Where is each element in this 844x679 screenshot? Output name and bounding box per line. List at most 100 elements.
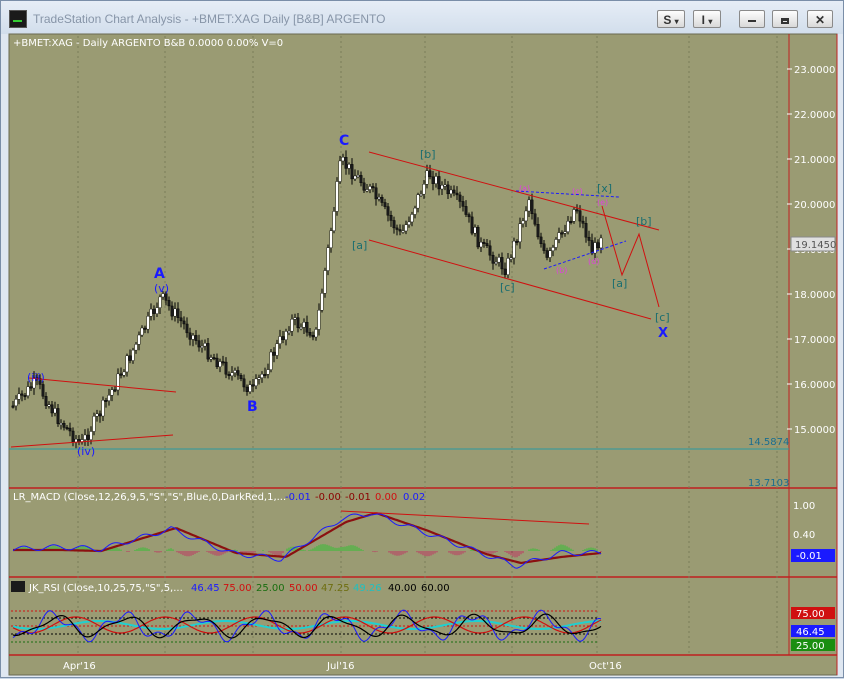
price-bar-body xyxy=(17,393,21,400)
price-bar-body xyxy=(89,431,93,440)
price-bar-body xyxy=(59,423,63,425)
rsi-panel: JK_RSI (Close,10,25,75,"S",5,... 46.45 7… xyxy=(11,581,835,652)
price-bar-body xyxy=(155,307,159,314)
price-bar-body xyxy=(395,227,399,230)
rsi-value-4: 50.00 xyxy=(289,583,318,594)
macd-divergence-line xyxy=(340,510,590,525)
price-bar-body xyxy=(449,189,453,195)
time-label-apr: Apr'16 xyxy=(63,661,96,672)
price-bar-body xyxy=(311,335,315,338)
price-bar-body xyxy=(407,221,411,225)
wave-label-sub-d: (d) xyxy=(588,257,599,266)
reference-high-value: 14.5874 xyxy=(748,437,789,448)
price-bar-body xyxy=(278,336,282,344)
price-bar-body xyxy=(368,186,372,190)
wave-label-x-small: [x] xyxy=(597,182,612,195)
price-bar-body xyxy=(68,427,72,432)
price-axis-label: 18.0000 xyxy=(794,290,835,301)
price-bar-body xyxy=(137,334,141,345)
price-bar-body xyxy=(515,240,519,243)
price-bar-body xyxy=(326,247,330,271)
price-bar-body xyxy=(203,343,207,347)
rsi-value-2: 75.00 xyxy=(223,583,252,594)
price-bar-body xyxy=(188,332,192,340)
price-bar-body xyxy=(470,216,474,234)
price-bar-body xyxy=(320,293,324,311)
wave-labels: A B C X (iii) (iv) (v) [a] [b] [c] [b] [… xyxy=(27,133,670,458)
price-bar-body xyxy=(455,192,459,196)
price-bar-body xyxy=(65,427,69,430)
price-bar-body xyxy=(131,349,135,361)
price-bar-body xyxy=(572,209,576,222)
rsi-lower-tag: 25.00 xyxy=(796,641,825,652)
price-bar-body xyxy=(587,236,591,241)
wave-label-sub-e: (e) xyxy=(597,198,608,207)
price-bar-body xyxy=(302,322,306,328)
price-bar-body xyxy=(113,389,117,392)
price-bar-body xyxy=(410,214,414,223)
rsi-value-1: 46.45 xyxy=(191,583,220,594)
price-bar-body xyxy=(374,187,378,200)
price-bar-body xyxy=(347,164,351,169)
price-bar-body xyxy=(377,197,381,200)
price-bar-body xyxy=(353,175,357,180)
price-bar-body xyxy=(548,250,552,258)
price-bar-body xyxy=(200,345,204,348)
rsi-value-tag: 46.45 xyxy=(796,627,825,638)
price-bar-body xyxy=(365,189,369,192)
rsi-value-7: 40.00 xyxy=(388,583,417,594)
price-bar-body xyxy=(584,223,588,238)
macd-value-2: -0.00 xyxy=(315,492,341,503)
channel-lower-line xyxy=(368,239,652,320)
price-bar-body xyxy=(236,370,240,376)
price-bar-body xyxy=(266,369,270,375)
price-bar-body xyxy=(299,327,303,330)
price-bar-body xyxy=(332,211,336,231)
price-bar-body xyxy=(104,400,108,402)
price-bar-body xyxy=(596,242,600,249)
price-bar-body xyxy=(95,413,99,417)
wave-label-c-cap: [c] xyxy=(500,281,515,294)
price-bar-body xyxy=(428,170,432,178)
price-bar-body xyxy=(98,413,102,417)
wave-label-sub-c: (c) xyxy=(572,187,583,196)
price-bar-body xyxy=(308,332,312,336)
price-bar-body xyxy=(215,357,219,368)
price-bar-body xyxy=(281,336,285,340)
price-bar-body xyxy=(50,404,54,414)
price-panel-header: +BMET:XAG - Daily ARGENTO B&B 0.0000 0.0… xyxy=(13,38,283,49)
price-bar-body xyxy=(218,361,222,368)
price-bar-body xyxy=(221,361,225,364)
price-bar-body xyxy=(176,308,180,319)
macd-header: LR_MACD (Close,12,26,9,5,"S","S",Blue,0,… xyxy=(13,492,286,503)
price-bar-body xyxy=(542,243,546,251)
price-bar-body xyxy=(260,374,264,378)
price-bar-body xyxy=(134,344,138,351)
price-bar-body xyxy=(158,296,162,308)
price-bar-body xyxy=(434,176,438,184)
chart-canvas[interactable]: +BMET:XAG - Daily ARGENTO B&B 0.0000 0.0… xyxy=(1,1,844,679)
price-bar-body xyxy=(149,308,153,317)
rsi-value-3: 25.00 xyxy=(256,583,285,594)
macd-panel: LR_MACD (Close,12,26,9,5,"S","S",Blue,0,… xyxy=(12,492,835,569)
wave-label-b-future: [b] xyxy=(636,215,652,228)
price-bar-body xyxy=(440,185,444,190)
price-bar-body xyxy=(227,374,231,377)
price-bar-body xyxy=(533,213,537,225)
wave-label-A: A xyxy=(154,266,165,282)
macd-axis-label-2: 0.40 xyxy=(793,530,815,541)
price-bar-body xyxy=(425,170,429,185)
price-bar-body xyxy=(473,227,477,234)
price-bar-body xyxy=(464,206,468,215)
price-bar-body xyxy=(71,430,75,443)
rsi-value-6: 49.26 xyxy=(353,583,382,594)
price-bar-body xyxy=(248,384,252,392)
price-bar-body xyxy=(527,199,531,212)
price-bar-body xyxy=(482,241,486,244)
price-bar-body xyxy=(245,386,249,392)
price-bar-body xyxy=(323,270,327,294)
price-bar-body xyxy=(179,317,183,322)
price-bar-body xyxy=(287,330,291,333)
price-bar-body xyxy=(182,320,186,325)
price-bar-body xyxy=(431,176,435,184)
